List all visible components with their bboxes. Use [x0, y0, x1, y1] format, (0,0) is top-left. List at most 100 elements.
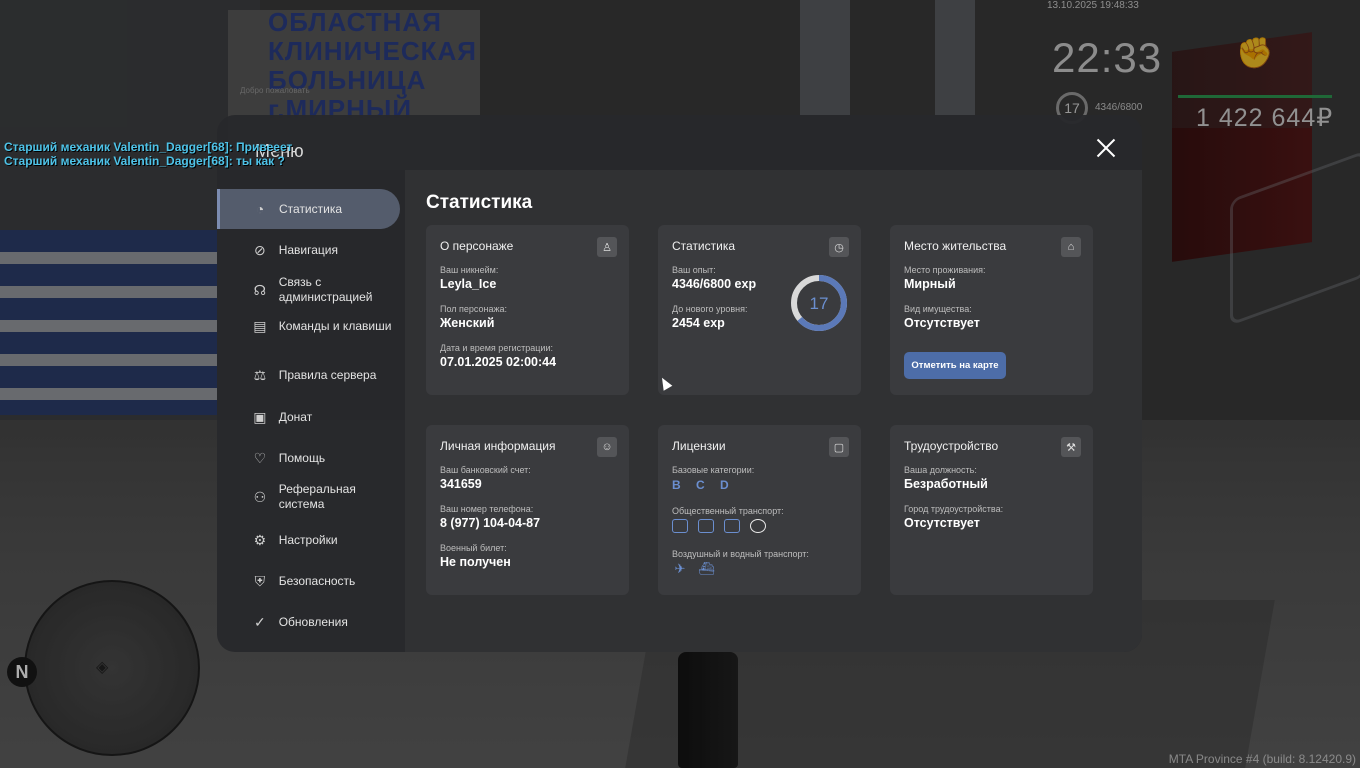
- stopwatch-icon: ◷: [829, 237, 849, 257]
- field-label: Общественный транспорт:: [672, 506, 784, 516]
- card-employment: Трудоустройство ⚒ Ваша должность: Безраб…: [890, 425, 1093, 595]
- license-categories: B C D: [672, 478, 740, 492]
- card-title: Личная информация: [440, 439, 556, 453]
- card-title: Статистика: [672, 239, 736, 253]
- residence-value: Мирный: [904, 277, 956, 291]
- sidebar-item-navigation[interactable]: ⊘ Навигация: [217, 240, 397, 260]
- sidebar-item-label: Статистика: [279, 201, 343, 216]
- house-icon: ⌂: [1061, 237, 1081, 257]
- field-label: До нового уровня:: [672, 304, 748, 314]
- field-label: Вид имущества:: [904, 304, 972, 314]
- military-value: Не получен: [440, 555, 511, 569]
- license-category: D: [720, 478, 730, 492]
- hammer-icon: ⚒: [1061, 437, 1081, 457]
- pie-chart-icon: ◔: [255, 201, 265, 217]
- field-label: Воздушный и водный транспорт:: [672, 549, 809, 559]
- gender-value: Женский: [440, 316, 495, 330]
- card-statistics: Статистика ◷ Ваш опыт: 4346/6800 exp До …: [658, 225, 861, 395]
- card-residence: Место жительства ⌂ Место проживания: Мир…: [890, 225, 1093, 395]
- field-label: Ваш номер телефона:: [440, 504, 534, 514]
- id-card-icon: ▢: [829, 437, 849, 457]
- boat-icon: ⛴: [698, 561, 715, 576]
- position-value: Безработный: [904, 477, 988, 491]
- license-category: C: [696, 478, 706, 492]
- field-label: Место проживания:: [904, 265, 986, 275]
- exp-value: 4346/6800 exp: [672, 277, 757, 291]
- document-icon: ▤: [253, 317, 267, 334]
- headset-icon: ☊: [253, 281, 267, 298]
- plane-icon: ✈: [674, 561, 686, 576]
- bank-account-value: 341659: [440, 477, 482, 491]
- employment-city-value: Отсутствует: [904, 516, 980, 530]
- refresh-check-icon: ✓: [253, 613, 266, 630]
- page-title: Статистика: [426, 192, 533, 213]
- field-label: Ваш никнейм:: [440, 265, 499, 275]
- sidebar-item-rules[interactable]: ⚖ Правила сервера: [217, 365, 397, 385]
- sidebar-item-updates[interactable]: ✓ Обновления: [217, 612, 397, 632]
- chat-message: Старший механик Valentin_Dagger[68]: При…: [4, 140, 293, 154]
- card-personal: Личная информация ☺ Ваш банковский счет:…: [426, 425, 629, 595]
- bus-icon: [672, 519, 688, 533]
- field-label: Базовые категории:: [672, 465, 755, 475]
- card-licenses: Лицензии ▢ Базовые категории: B C D Обще…: [658, 425, 861, 595]
- close-icon[interactable]: [1095, 137, 1117, 159]
- sidebar-item-label: Правила сервера: [278, 367, 377, 382]
- scales-icon: ⚖: [253, 366, 267, 383]
- sidebar-item-help[interactable]: ♡ Помощь: [217, 448, 397, 468]
- field-label: Город трудоустройства:: [904, 504, 1004, 514]
- sidebar-item-label: Настройки: [278, 532, 338, 547]
- user-icon: ♙: [597, 237, 617, 257]
- sidebar-item-label: Обновления: [278, 614, 348, 629]
- air-water-icons: ✈ ⛴: [672, 561, 715, 576]
- chat-log: Старший механик Valentin_Dagger[68]: При…: [4, 140, 292, 168]
- chat-message: Старший механик Valentin_Dagger[68]: ты …: [4, 154, 285, 168]
- field-label: Ваш опыт:: [672, 265, 716, 275]
- phone-value: 8 (977) 104-04-87: [440, 516, 541, 530]
- field-label: Дата и время регистрации:: [440, 343, 553, 353]
- sidebar-item-commands[interactable]: ▤ Команды и клавиши: [217, 316, 397, 336]
- compass-icon: ⊘: [253, 241, 266, 258]
- stats-content: Статистика О персонаже ♙ Ваш никнейм: Le…: [405, 170, 1142, 652]
- sidebar-item-contact-admin[interactable]: ☊ Связь с администрацией: [217, 275, 397, 305]
- sidebar-item-settings[interactable]: ⚙ Настройки: [217, 530, 397, 550]
- sidebar-item-label: Реферальная система: [278, 482, 356, 511]
- field-label: Пол персонажа:: [440, 304, 508, 314]
- field-label: Военный билет:: [440, 543, 507, 553]
- card-title: Лицензии: [672, 439, 726, 453]
- menu-sidebar: ◔ Статистика ⊘ Навигация ☊ Связь с админ…: [217, 170, 405, 652]
- sidebar-item-label: Связь с администрацией: [278, 275, 373, 304]
- card-character: О персонаже ♙ Ваш никнейм: Leyla_Ice Пол…: [426, 225, 629, 395]
- field-label: Ваша должность:: [904, 465, 977, 475]
- trolleybus-icon: [698, 519, 714, 533]
- card-title: Трудоустройство: [904, 439, 999, 453]
- network-icon: ⚇: [253, 488, 267, 505]
- sidebar-item-label: Безопасность: [278, 573, 356, 588]
- level-progress-ring: 17: [791, 275, 847, 331]
- mark-on-map-button[interactable]: Отметить на карте: [904, 352, 1006, 379]
- nickname-value: Leyla_Ice: [440, 277, 497, 291]
- sidebar-item-label: Навигация: [278, 242, 338, 257]
- field-label: Ваш банковский счет:: [440, 465, 531, 475]
- level-number: 17: [810, 294, 829, 313]
- wallet-icon: ▣: [253, 408, 267, 425]
- sidebar-item-label: Донат: [278, 409, 313, 424]
- menu-window: Меню ◔ Статистика ⊘ Навигация ☊ Связь с …: [217, 115, 1142, 652]
- sidebar-item-statistics[interactable]: ◔ Статистика: [217, 189, 400, 229]
- handshake-icon: ♡: [253, 449, 267, 466]
- shield-icon: ⛨: [254, 572, 266, 589]
- sidebar-item-donate[interactable]: ▣ Донат: [217, 407, 397, 427]
- card-title: О персонаже: [440, 239, 514, 253]
- face-icon: ☺: [597, 437, 617, 457]
- public-transport-icons: [672, 519, 766, 533]
- license-category: B: [672, 478, 682, 492]
- next-level-value: 2454 exp: [672, 316, 725, 330]
- train-icon: [750, 519, 766, 533]
- property-value: Отсутствует: [904, 316, 980, 330]
- sidebar-item-referral[interactable]: ⚇ Реферальная система: [217, 482, 397, 512]
- gear-icon: ⚙: [253, 531, 267, 548]
- sidebar-item-label: Команды и клавиши: [278, 318, 392, 333]
- card-title: Место жительства: [904, 239, 1007, 253]
- registration-value: 07.01.2025 02:00:44: [440, 355, 557, 369]
- sidebar-item-label: Помощь: [278, 450, 326, 465]
- sidebar-item-security[interactable]: ⛨ Безопасность: [217, 571, 397, 591]
